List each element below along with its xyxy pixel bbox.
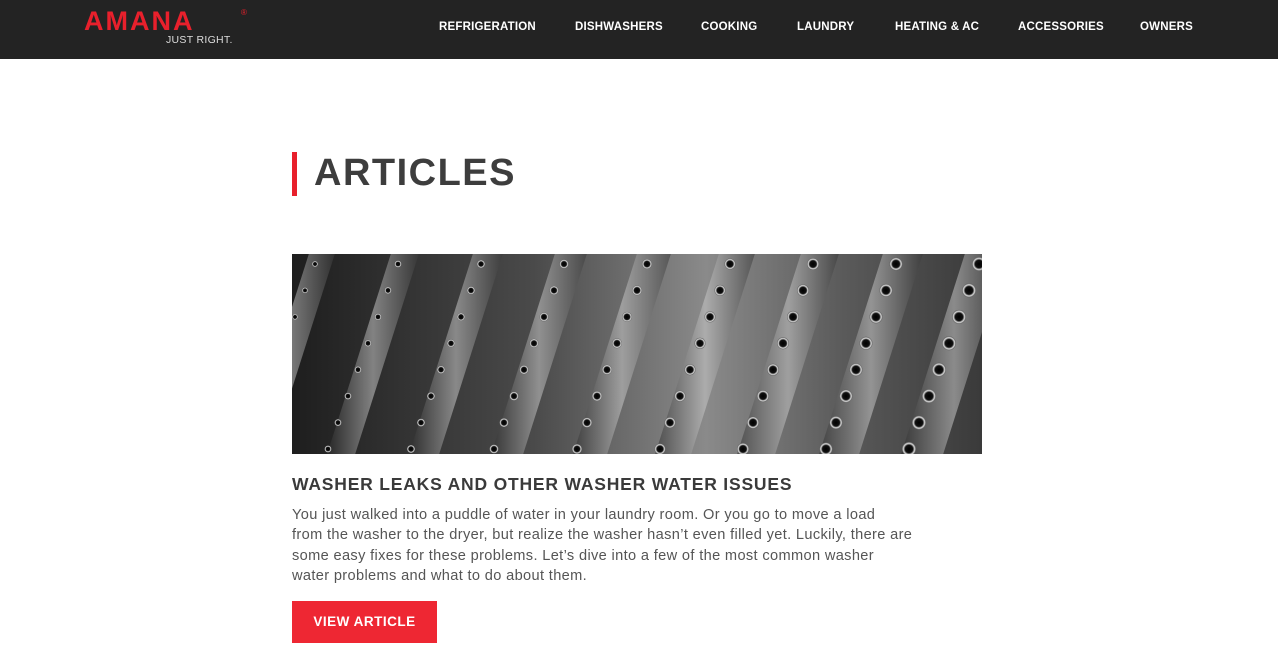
article-excerpt-line: some easy fixes for these problems. Let’… (292, 547, 874, 564)
nav-item-laundry[interactable]: LAUNDRY (797, 19, 854, 35)
nav-item-refrigeration[interactable]: REFRIGERATION (439, 19, 536, 35)
nav-item-accessories[interactable]: ACCESSORIES (1018, 19, 1104, 35)
title-accent-bar (292, 152, 297, 196)
article-excerpt-line: You just walked into a puddle of water i… (292, 507, 876, 523)
article-title[interactable]: WASHER LEAKS AND OTHER WASHER WATER ISSU… (292, 473, 992, 495)
site-header: AMANA ® JUST RIGHT. REFRIGERATION DISHWA… (0, 0, 1278, 59)
nav-item-dishwashers[interactable]: DISHWASHERS (575, 19, 663, 35)
nav-item-owners[interactable]: OWNERS (1140, 19, 1193, 35)
page-title: ARTICLES (314, 152, 516, 194)
article-excerpt-line: water problems and what to do about them… (292, 567, 588, 584)
article-image[interactable] (292, 254, 982, 454)
nav-item-cooking[interactable]: COOKING (701, 19, 757, 35)
view-article-button[interactable]: VIEW ARTICLE (292, 601, 437, 643)
article-excerpt: You just walked into a puddle of water i… (292, 505, 992, 586)
washer-drum-image (292, 254, 982, 454)
main-nav: REFRIGERATION DISHWASHERS COOKING LAUNDR… (0, 0, 1278, 59)
article-excerpt-line: from the washer to the dryer, but realiz… (292, 527, 913, 544)
nav-item-heating-ac[interactable]: HEATING & AC (895, 19, 979, 35)
